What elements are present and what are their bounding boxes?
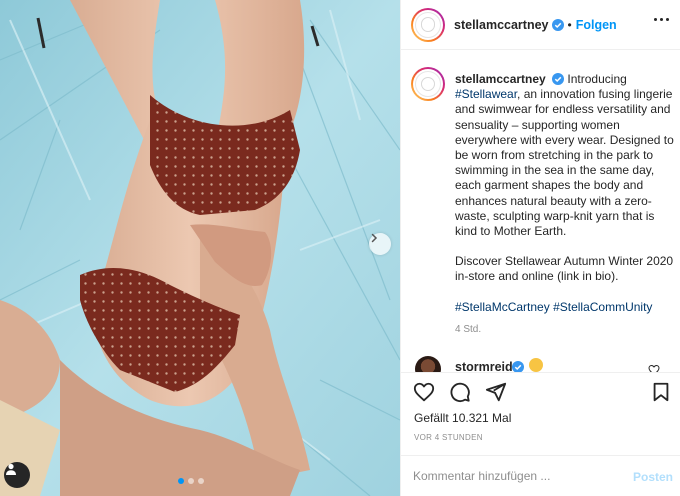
caption-discover: Discover Stellawear Autumn Winter 2020 i…	[455, 254, 674, 284]
comment-box: Posten	[401, 455, 680, 496]
more-options-icon[interactable]	[654, 18, 669, 21]
comment-like-icon[interactable]	[648, 364, 660, 372]
chevron-right-icon	[371, 233, 378, 243]
likes-count[interactable]: Gefällt 10.321 Mal	[414, 411, 511, 425]
verified-badge-icon	[552, 73, 565, 85]
share-paper-plane-icon[interactable]	[485, 381, 507, 403]
hashtag-stellacommunity[interactable]: #StellaCommUnity	[553, 300, 652, 314]
photo-illustration	[0, 0, 400, 496]
follow-button[interactable]: Folgen	[576, 18, 617, 32]
caption-avatar[interactable]	[411, 67, 445, 101]
header-username[interactable]: stellamccartney	[454, 18, 549, 32]
user-icon	[6, 463, 16, 475]
caption-username[interactable]: stellamccartney	[455, 72, 546, 86]
action-icons	[413, 381, 507, 403]
comment-username[interactable]: stormreid	[455, 360, 513, 372]
profile-avatar[interactable]	[411, 8, 445, 42]
hashtag-stellawear[interactable]: #Stellawear	[455, 87, 517, 101]
post-header: stellamccartney • Folgen	[401, 0, 680, 50]
comment-avatar[interactable]	[415, 356, 441, 372]
verified-badge-icon	[512, 360, 524, 372]
comment-bubble-icon[interactable]	[449, 381, 471, 403]
post-caption: stellamccartney Introducing #Stellawear,…	[455, 72, 675, 330]
caption-body: , an innovation fusing lingerie and swim…	[455, 87, 674, 239]
avatar-logo	[415, 71, 441, 97]
heart-eyes-emoji-icon	[529, 358, 543, 372]
action-bar: Gefällt 10.321 Mal VOR 4 STUNDEN Posten	[401, 372, 680, 496]
hashtag-stellamccartney[interactable]: #StellaMcCartney	[455, 300, 550, 314]
separator-bullet: •	[567, 17, 572, 32]
carousel-dot	[198, 478, 204, 484]
bookmark-icon[interactable]	[650, 381, 672, 403]
post-side-panel: stellamccartney • Folgen stellamccartney…	[400, 0, 680, 496]
carousel-next-button[interactable]	[369, 233, 391, 255]
caption-timestamp: 4 Std.	[455, 324, 482, 335]
tagged-users-button[interactable]	[4, 462, 30, 488]
post-time-ago: VOR 4 STUNDEN	[414, 433, 483, 442]
comment-row: stormreid	[401, 352, 680, 372]
carousel-indicator	[178, 478, 204, 484]
caption-area: stellamccartney Introducing #Stellawear,…	[401, 60, 680, 350]
verified-badge-icon	[551, 18, 564, 31]
caption-intro: Introducing	[567, 72, 627, 86]
post-comment-button[interactable]: Posten	[633, 470, 673, 484]
carousel-dot	[178, 478, 184, 484]
post-photo[interactable]	[0, 0, 400, 496]
avatar-logo	[415, 11, 441, 38]
like-heart-icon[interactable]	[413, 381, 435, 403]
comment-input[interactable]	[413, 469, 613, 483]
carousel-dot	[188, 478, 194, 484]
